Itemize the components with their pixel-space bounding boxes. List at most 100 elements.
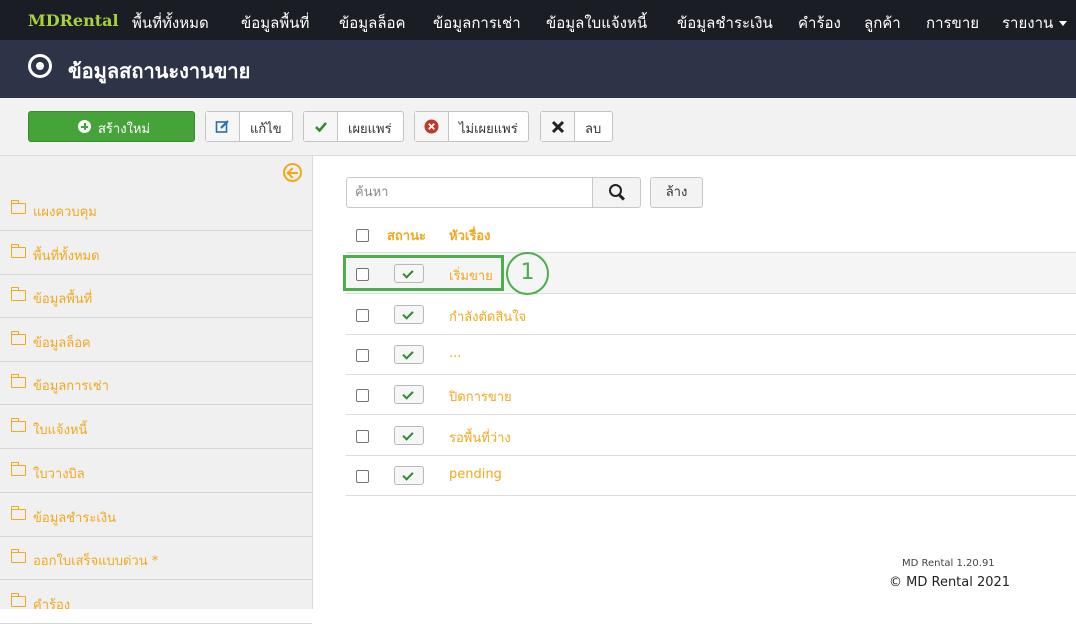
status-toggle[interactable] — [394, 466, 424, 485]
unpublish-button-label: ไม่เผยแพร่ — [459, 122, 518, 137]
sidebar-item-label: ใบแจ้งหนี้ — [33, 423, 88, 438]
chevron-down-icon — [1059, 21, 1068, 26]
table-row: กำลังตัดสินใจ — [346, 294, 1076, 335]
status-toggle[interactable] — [394, 385, 424, 404]
table-row: pending — [346, 455, 1076, 496]
sidebar-item-label: ข้อมูลชำระเงิน — [33, 511, 116, 526]
version-text: MD Rental 1.20.91 — [902, 558, 995, 569]
check-icon — [402, 429, 414, 441]
sidebar-item-quick-receipt[interactable]: ออกใบเสร็จแบบด่วน * — [0, 537, 312, 580]
nav-item-lock-info[interactable]: ข้อมูลล็อค — [339, 11, 406, 35]
folder-icon — [10, 462, 26, 476]
nav-item-area-info[interactable]: ข้อมูลพื้นที่ — [241, 11, 309, 35]
search-button[interactable] — [592, 177, 641, 208]
status-toggle[interactable] — [394, 426, 424, 445]
brand-logo[interactable]: MDRental — [28, 11, 119, 30]
edit-icon — [206, 112, 240, 141]
delete-button[interactable]: ลบ — [540, 111, 613, 142]
nav-item-sales[interactable]: การขาย — [926, 11, 979, 35]
sidebar-item-rental-info[interactable]: ข้อมูลการเช่า — [0, 362, 312, 405]
sidebar-item-billing[interactable]: ใบวางบิล — [0, 450, 312, 493]
check-icon — [402, 469, 414, 481]
nav-item-all-areas[interactable]: พื้นที่ทั้งหมด — [132, 11, 209, 35]
publish-button[interactable]: เผยแพร่ — [303, 111, 404, 142]
folder-icon — [10, 331, 26, 345]
publish-button-label: เผยแพร่ — [348, 122, 392, 137]
new-button[interactable]: สร้างใหม่ — [28, 111, 195, 142]
row-checkbox[interactable] — [356, 389, 369, 402]
row-title-link[interactable]: ปิดการขาย — [449, 386, 512, 407]
edit-button-label: แก้ไข — [250, 122, 282, 137]
folder-icon — [10, 549, 26, 563]
copyright-text: © MD Rental 2021 — [889, 575, 1011, 590]
status-toggle[interactable] — [394, 345, 424, 364]
sidebar: แผงควบคุม พื้นที่ทั้งหมด ข้อมูลพื้นที่ ข… — [0, 156, 313, 624]
sidebar-item-label: แผงควบคุม — [33, 205, 97, 220]
search-input[interactable] — [346, 177, 593, 208]
unpublish-button[interactable]: ไม่เผยแพร่ — [414, 111, 529, 142]
folder-icon — [10, 244, 26, 258]
sidebar-item-label: ออกใบเสร็จแบบด่วน * — [33, 554, 159, 569]
nav-item-reports-label: รายงาน — [1002, 14, 1054, 32]
clear-button[interactable]: ล้าง — [650, 177, 703, 208]
sidebar-item-invoices[interactable]: ใบแจ้งหนี้ — [0, 406, 312, 449]
page-title: ข้อมูลสถานะงานขาย — [68, 59, 251, 83]
nav-item-reports[interactable]: รายงาน — [1002, 11, 1068, 35]
plus-circle-icon — [78, 120, 91, 133]
sidebar-item-label: พื้นที่ทั้งหมด — [33, 249, 100, 264]
nav-item-customers[interactable]: ลูกค้า — [864, 11, 901, 35]
sidebar-item-label: ข้อมูลการเช่า — [33, 379, 109, 394]
row-title-link[interactable]: รอพื้นที่ว่าง — [449, 427, 511, 448]
status-toggle[interactable] — [394, 305, 424, 324]
sidebar-item-lock-info[interactable]: ข้อมูลล็อค — [0, 319, 312, 362]
target-icon — [28, 54, 52, 78]
table-row: รอพื้นที่ว่าง — [346, 415, 1076, 456]
sidebar-item-label: คำร้อง — [33, 598, 71, 613]
sidebar-item-label: ใบวางบิล — [33, 467, 85, 482]
table-row: ... — [346, 334, 1076, 375]
nav-item-requests[interactable]: คำร้อง — [798, 11, 841, 35]
folder-icon — [10, 287, 26, 301]
sidebar-item-all-areas[interactable]: พื้นที่ทั้งหมด — [0, 232, 312, 275]
close-icon — [541, 112, 575, 141]
new-button-label: สร้างใหม่ — [98, 122, 151, 137]
row-checkbox[interactable] — [356, 470, 369, 483]
sidebar-item-dashboard[interactable]: แผงควบคุม — [0, 188, 312, 231]
row-checkbox[interactable] — [356, 349, 369, 362]
step-marker: 1 — [506, 252, 549, 295]
top-navbar: MDRental พื้นที่ทั้งหมด ข้อมูลพื้นที่ ข้… — [0, 0, 1076, 40]
highlight-box — [343, 255, 504, 291]
edit-button[interactable]: แก้ไข — [205, 111, 293, 142]
column-header-status[interactable]: สถานะ — [387, 225, 426, 246]
delete-button-label: ลบ — [585, 122, 602, 137]
select-all-checkbox[interactable] — [356, 229, 369, 242]
table-row: ปิดการขาย — [346, 374, 1076, 415]
times-circle-icon — [415, 112, 449, 141]
row-checkbox[interactable] — [356, 309, 369, 322]
collapse-sidebar-icon[interactable] — [283, 163, 302, 182]
check-icon — [402, 348, 414, 360]
row-title-link[interactable]: ... — [449, 346, 461, 361]
nav-item-payment-info[interactable]: ข้อมูลชำระเงิน — [677, 11, 773, 35]
column-header-title[interactable]: หัวเรื่อง — [449, 225, 490, 246]
sidebar-item-label: ข้อมูลล็อค — [33, 336, 91, 351]
row-title-link[interactable]: pending — [449, 467, 502, 482]
folder-icon — [10, 593, 26, 607]
sidebar-item-label: ข้อมูลพื้นที่ — [33, 292, 93, 307]
nav-item-invoice-info[interactable]: ข้อมูลใบแจ้งหนี้ — [546, 11, 647, 35]
search-icon — [609, 184, 622, 197]
sidebar-item-requests[interactable]: คำร้อง — [0, 581, 312, 624]
check-icon — [304, 112, 338, 141]
folder-icon — [10, 200, 26, 214]
row-checkbox[interactable] — [356, 430, 369, 443]
page-header: ข้อมูลสถานะงานขาย — [0, 40, 1076, 98]
nav-item-rental-info[interactable]: ข้อมูลการเช่า — [433, 11, 521, 35]
sidebar-item-payment-info[interactable]: ข้อมูลชำระเงิน — [0, 494, 312, 537]
toolbar: สร้างใหม่ แก้ไข เผยแพร่ ไม่เผยแพร่ ลบ — [0, 98, 1076, 156]
sidebar-item-area-info[interactable]: ข้อมูลพื้นที่ — [0, 275, 312, 318]
folder-icon — [10, 418, 26, 432]
check-icon — [402, 308, 414, 320]
check-icon — [402, 388, 414, 400]
row-title-link[interactable]: กำลังตัดสินใจ — [449, 306, 526, 327]
folder-icon — [10, 374, 26, 388]
